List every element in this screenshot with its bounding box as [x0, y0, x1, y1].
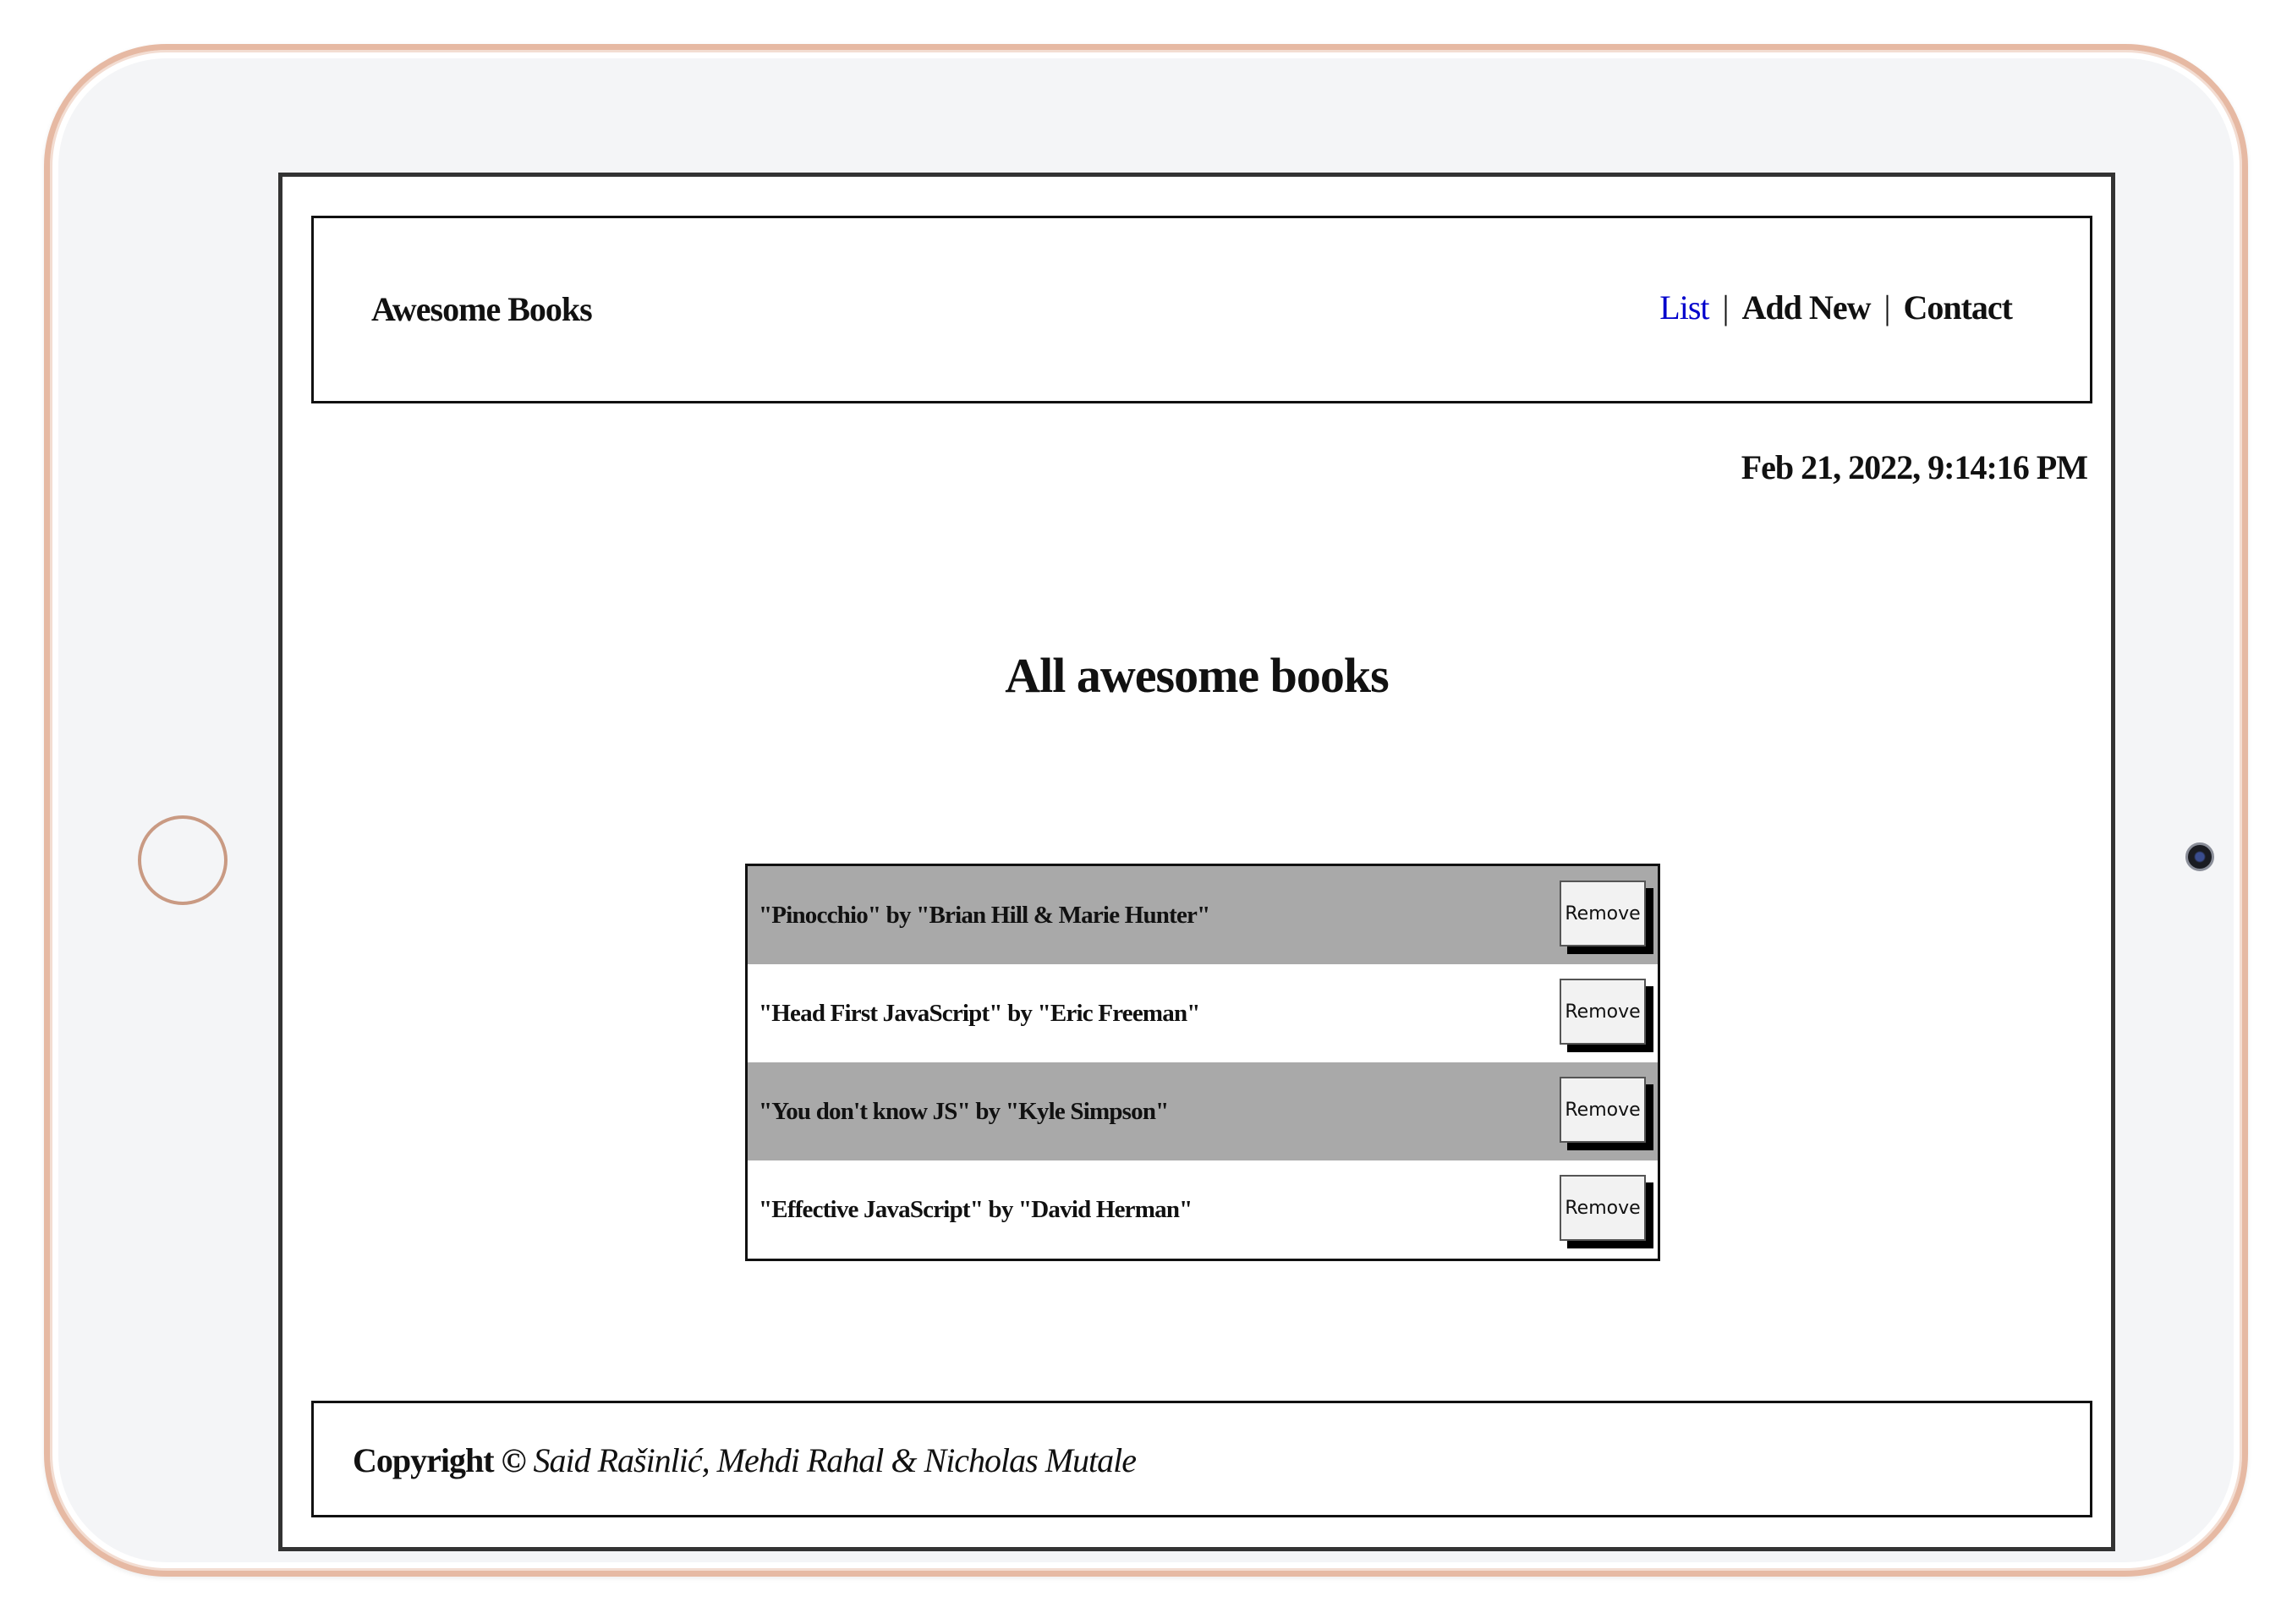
site-header: Awesome Books List | Add New | Contact [311, 216, 2092, 403]
remove-button[interactable]: Remove [1560, 1077, 1646, 1143]
brand-title: Awesome Books [371, 290, 593, 328]
nav-link-contact[interactable]: Contact [1903, 288, 2013, 327]
book-title: "You don't know JS" by "Kyle Simpson" [759, 1097, 1169, 1125]
copyright-prefix: Copyright © [353, 1441, 526, 1479]
book-title: "Effective JavaScript" by "David Herman" [759, 1195, 1193, 1223]
book-row: "Pinocchio" by "Brian Hill & Marie Hunte… [748, 866, 1658, 964]
copyright-authors: Said Rašinlić, Mehdi Rahal & Nicholas Mu… [533, 1441, 1137, 1479]
nav-link-list[interactable]: List [1659, 288, 1709, 327]
home-button[interactable] [138, 815, 228, 905]
nav-link-add-new[interactable]: Add New [1742, 288, 1872, 327]
remove-button[interactable]: Remove [1560, 881, 1646, 946]
book-row: "You don't know JS" by "Kyle Simpson" Re… [748, 1062, 1658, 1160]
copyright-text: Copyright © Said Rašinlić, Mehdi Rahal &… [353, 1440, 1137, 1480]
camera-icon [2185, 842, 2214, 871]
nav-separator: | [1722, 288, 1730, 326]
book-row: "Effective JavaScript" by "David Herman"… [748, 1160, 1658, 1259]
nav-separator: | [1883, 288, 1890, 326]
remove-button[interactable]: Remove [1560, 1175, 1646, 1241]
page-title: All awesome books [1005, 648, 1389, 703]
book-row: "Head First JavaScript" by "Eric Freeman… [748, 964, 1658, 1062]
site-footer: Copyright © Said Rašinlić, Mehdi Rahal &… [311, 1401, 2092, 1517]
tablet-frame: Awesome Books List | Add New | Contact F… [44, 44, 2248, 1577]
remove-button[interactable]: Remove [1560, 979, 1646, 1045]
book-title: "Pinocchio" by "Brian Hill & Marie Hunte… [759, 901, 1210, 929]
app-screen: Awesome Books List | Add New | Contact F… [278, 173, 2115, 1551]
main-nav: List | Add New | Contact [1659, 288, 2013, 327]
book-list: "Pinocchio" by "Brian Hill & Marie Hunte… [745, 864, 1660, 1261]
current-datetime: Feb 21, 2022, 9:14:16 PM [1741, 448, 2088, 486]
book-title: "Head First JavaScript" by "Eric Freeman… [759, 999, 1200, 1027]
